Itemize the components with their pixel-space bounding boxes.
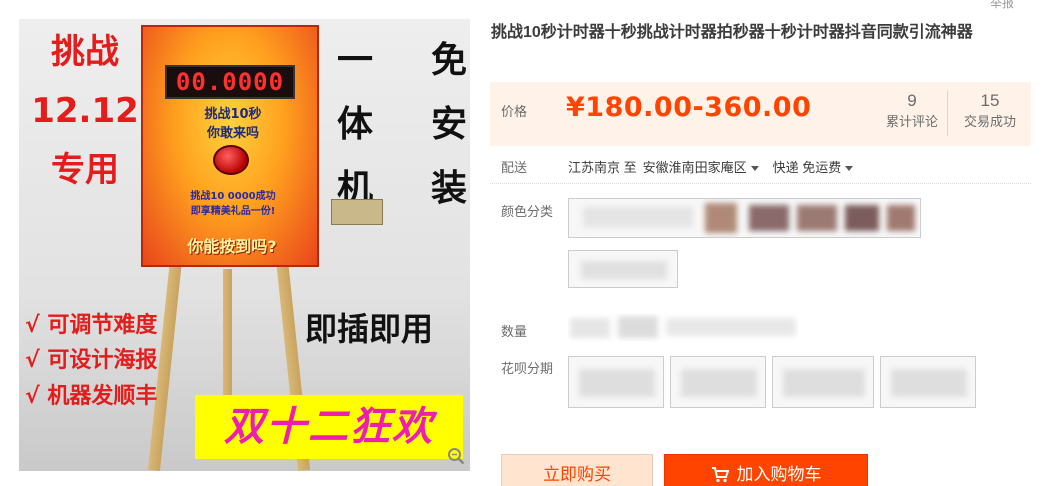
shipping-method-text: 快递 免运费 [772,160,842,175]
feature-item: √ 机器发顺丰 [25,383,158,409]
shipping-from: 江苏南京 至 [568,160,637,175]
board-title: 挑战10秒 你敢来吗 [173,103,293,141]
installment-label: 花呗分期 [501,361,554,376]
add-to-cart-label: 加入购物车 [736,465,822,484]
quantity-label: 数量 [501,324,528,339]
chevron-down-icon [750,166,759,172]
review-count-number: 9 [907,91,917,110]
shipping-method[interactable]: 快递 免运费 [773,157,854,176]
timer-board: 00.0000 挑战10秒 你敢来吗 挑战10 0000成功 即享精美礼品一份!… [141,25,319,267]
color-option-swatches[interactable] [568,198,921,238]
plug-and-play-text: 即插即用 [305,310,434,348]
shipping-destination[interactable]: 安徽淮南田家庵区 [643,157,759,176]
switch-device [331,199,383,225]
right-overlay-char: 安 [430,104,467,145]
product-main-image[interactable]: 挑战 12.12 专用 一免 体安 机装 00.0000 挑战10秒 你敢来吗 … [19,19,470,471]
sales-count: 15 交易成功 [952,90,1028,132]
divider [490,183,1031,184]
report-link[interactable]: 举报 [990,0,1014,11]
cart-icon [711,467,729,483]
shipping-destination-text: 安徽淮南田家庵区 [642,160,747,175]
color-label: 颜色分类 [501,204,554,219]
quantity-stepper[interactable] [568,314,798,342]
board-title-line-1: 挑战10秒 [204,107,262,122]
right-overlay-text: 一免 体安 机装 [337,31,467,223]
right-overlay-char: 一 [337,40,374,81]
timer-display: 00.0000 [165,65,295,99]
board-rule: 挑战10 0000成功 即享精美礼品一份! [155,187,311,217]
promo-banner: 双十二狂欢 [195,395,463,459]
review-count-label: 累计评论 [885,114,938,129]
left-overlay-line-1: 挑战 [51,32,119,72]
zoom-icon[interactable] [447,447,465,465]
big-red-button [213,145,249,175]
board-slogan: 你能按到吗? [187,237,277,256]
sales-count-number: 15 [980,91,1000,110]
installment-option[interactable] [670,356,766,408]
installment-option[interactable] [568,356,664,408]
board-title-line-2: 你敢来吗 [206,126,259,141]
chevron-down-icon [845,166,854,172]
feature-item: √ 可设计海报 [25,348,158,374]
right-overlay-char: 免 [430,40,467,81]
board-rule-line-2: 即享精美礼品一份! [190,206,276,217]
shipping-label: 配送 [501,160,528,175]
color-option[interactable] [568,250,678,288]
left-overlay-text: 挑战 12.12 专用 [25,32,145,210]
shipping-row: 江苏南京 至 安徽淮南田家庵区 快递 免运费 [568,157,854,176]
left-overlay-line-2: 12.12 [31,91,139,132]
right-overlay-char: 体 [337,104,374,145]
board-rule-line-1: 挑战10 0000成功 [190,191,276,202]
installment-option[interactable] [880,356,976,408]
feature-item: √ 可调节难度 [25,313,158,338]
price-value: ¥180.00-360.00 [566,92,812,123]
installment-option[interactable] [772,356,874,408]
stat-divider [947,90,948,136]
review-count[interactable]: 9 累计评论 [874,90,950,132]
price-panel: 价格 ¥180.00-360.00 9 累计评论 15 交易成功 [490,82,1031,146]
sales-count-label: 交易成功 [963,114,1016,129]
right-overlay-char: 装 [430,168,467,209]
left-overlay-line-3: 专用 [51,150,119,191]
add-to-cart-button[interactable]: 加入购物车 [664,454,868,486]
price-label: 价格 [501,104,528,119]
feature-checklist: √ 可调节难度 √ 可设计海报 √ 机器发顺丰 [25,313,157,419]
product-title: 挑战10秒计时器十秒挑战计时器拍秒器十秒计时器抖音同款引流神器 [491,24,973,41]
buy-now-button[interactable]: 立即购买 [501,454,653,486]
